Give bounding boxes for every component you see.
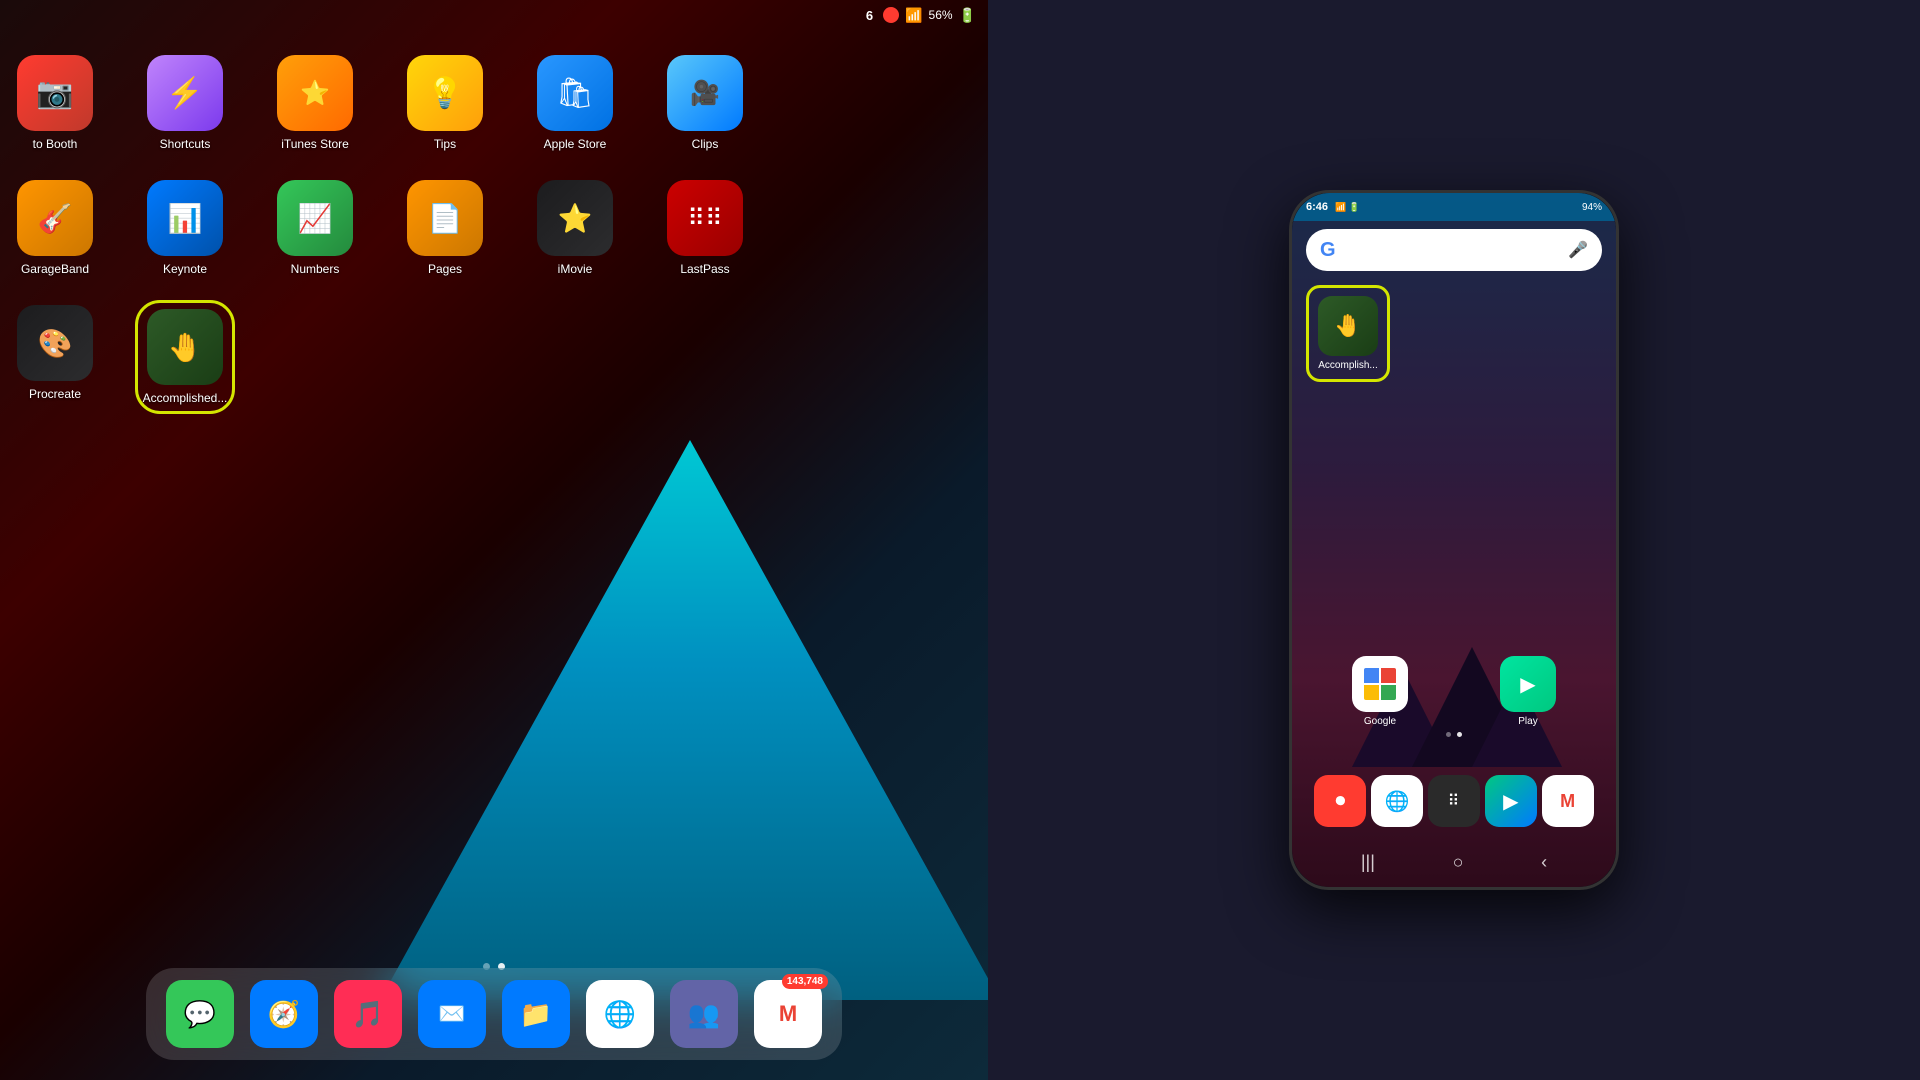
dock-safari[interactable]: 🧭 [250,980,318,1048]
app-procreate-label: Procreate [29,387,81,401]
app-photo-booth-label: to Booth [33,137,78,151]
phone-dock-record[interactable]: ⏺ [1314,775,1366,827]
phone-app-play[interactable]: ▶ Play [1500,656,1556,727]
app-keynote[interactable]: 📊 Keynote [140,180,230,276]
nav-recents[interactable]: ||| [1349,848,1387,877]
time-display: 6 [866,8,873,23]
app-numbers[interactable]: 📈 Numbers [270,180,360,276]
play-icon: ▶ [1500,656,1556,712]
phone-screen: 6:46 📶 🔋 94% G 🎤 🤚 Accom [1292,193,1616,887]
app-clips-label: Clips [692,137,719,151]
nav-home[interactable]: ○ [1441,848,1476,877]
ipad-status-bar: 6 📶 56% 🔋 [0,0,988,30]
dock-files[interactable]: 📁 [502,980,570,1048]
record-indicator [883,7,899,23]
phone-app-accomplished[interactable]: 🤚 Accomplish... [1306,285,1390,382]
phone-status-bar: 6:46 📶 🔋 94% [1292,193,1616,221]
ipad-screen: 6 📶 56% 🔋 📷 to Booth ⚡ Shortcuts ⭐ [0,0,988,1080]
phone-accomplished-label: Accomplish... [1318,360,1377,371]
app-row-3: 🎨 Procreate 🤚 Accomplished... [10,305,230,409]
app-accomplished[interactable]: 🤚 Accomplished... [140,305,230,409]
dock-teams[interactable]: 👥 [670,980,738,1048]
phone-battery: 94% [1582,202,1602,213]
app-itunes-label: iTunes Store [281,137,349,151]
app-apple-store[interactable]: 🛍 Apple Store [530,55,620,151]
phone-dock-playstore[interactable]: ▶ [1485,775,1537,827]
android-screen: 6:46 📶 🔋 94% G 🎤 🤚 Accom [988,0,1920,1080]
phone-signal-icons: 📶 🔋 [1335,202,1360,213]
app-pages[interactable]: 📄 Pages [400,180,490,276]
app-garageband-label: GarageBand [21,262,89,276]
phone-dot-2[interactable] [1457,732,1462,737]
phone-dock-chrome[interactable]: 🌐 [1371,775,1423,827]
app-lastpass-label: LastPass [680,262,729,276]
background-shape [380,440,988,1000]
phone-dock-apps[interactable]: ⠿ [1428,775,1480,827]
app-imovie[interactable]: ⭐ iMovie [530,180,620,276]
phone-time: 6:46 [1306,201,1328,213]
app-row-2: 🎸 GarageBand 📊 Keynote 📈 Numbers 📄 Pages [10,180,750,276]
app-tips-label: Tips [434,137,456,151]
app-numbers-label: Numbers [291,262,340,276]
dock-messages[interactable]: 💬 [166,980,234,1048]
battery-icon: 🔋 [959,7,976,24]
wifi-icon: 📶 [905,7,922,24]
app-tips[interactable]: 💡 Tips [400,55,490,151]
app-row-1: 📷 to Booth ⚡ Shortcuts ⭐ iTunes Store 💡 … [10,55,750,151]
app-clips[interactable]: 🎥 Clips [660,55,750,151]
app-photo-booth[interactable]: 📷 to Booth [10,55,100,151]
phone-apps-row: Google ▶ Play [1306,656,1602,727]
gmail-badge: 143,748 [782,974,828,989]
phone-nav-bar: ||| ○ ‹ [1292,848,1616,877]
phone-dock-gmail[interactable]: M [1542,775,1594,827]
phone-app-google[interactable]: Google [1352,656,1408,727]
dock-mail[interactable]: ✉️ [418,980,486,1048]
battery-display: 56% [929,8,953,22]
phone-dock: ⏺ 🌐 ⠿ ▶ M [1292,775,1616,827]
google-app-label: Google [1364,716,1396,727]
app-keynote-label: Keynote [163,262,207,276]
ipad-dock: 💬 🧭 🎵 ✉️ 📁 🌐 👥 M 143,748 [146,968,842,1060]
app-shortcuts[interactable]: ⚡ Shortcuts [140,55,230,151]
app-garageband[interactable]: 🎸 GarageBand [10,180,100,276]
phone-accomplished-icon: 🤚 [1318,296,1378,356]
play-app-label: Play [1518,716,1537,727]
phone-dot-1[interactable] [1446,732,1451,737]
phone-status-left: 6:46 📶 🔋 [1306,201,1360,213]
phone-page-dots [1446,732,1462,737]
phone-frame: 6:46 📶 🔋 94% G 🎤 🤚 Accom [1289,190,1619,890]
mic-icon[interactable]: 🎤 [1568,240,1588,260]
dock-music[interactable]: 🎵 [334,980,402,1048]
dock-gmail[interactable]: M 143,748 [754,980,822,1048]
app-procreate[interactable]: 🎨 Procreate [10,305,100,401]
phone-status-right: 94% [1582,202,1602,213]
app-pages-label: Pages [428,262,462,276]
dock-chrome[interactable]: 🌐 [586,980,654,1048]
google-search-bar[interactable]: G 🎤 [1306,229,1602,271]
google-grid-icon [1364,668,1396,700]
app-accomplished-label: Accomplished... [143,391,228,405]
google-logo: G [1320,239,1336,262]
app-apple-store-label: Apple Store [544,137,607,151]
app-imovie-label: iMovie [558,262,593,276]
app-itunes-store[interactable]: ⭐ iTunes Store [270,55,360,151]
nav-back[interactable]: ‹ [1529,848,1559,877]
app-lastpass[interactable]: ⠿⠿ LastPass [660,180,750,276]
google-icon [1352,656,1408,712]
app-shortcuts-label: Shortcuts [160,137,211,151]
